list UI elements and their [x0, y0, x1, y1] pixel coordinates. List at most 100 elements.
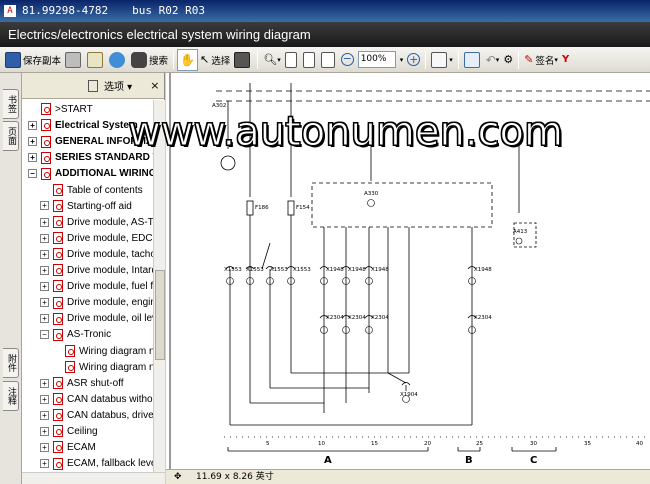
expand-icon[interactable]: +	[28, 120, 37, 130]
bookmark-item[interactable]: Table of contents	[40, 183, 143, 199]
review-button[interactable]	[462, 49, 484, 71]
settings-button[interactable]: ⚙	[501, 49, 515, 71]
expand-icon[interactable]: +	[28, 137, 37, 147]
expand-icon[interactable]: +	[40, 314, 49, 324]
bookmark-item[interactable]: + ECAM, fallback level	[40, 456, 154, 472]
pdf-page-icon	[53, 377, 63, 390]
zoom-out-icon: −	[340, 52, 354, 66]
label-x1948-a: X1948	[326, 267, 344, 273]
undo-button[interactable]: ↶ ▾	[484, 49, 502, 71]
zoom-input[interactable]: 100%	[357, 51, 396, 68]
bookmark-item[interactable]: + Drive module, Intarder	[40, 263, 154, 279]
tab-comments[interactable]: 注释	[3, 381, 19, 411]
zoom-out-button[interactable]: −	[339, 49, 356, 71]
expand-icon[interactable]: +	[28, 153, 37, 163]
tab-pages[interactable]: 页面	[3, 121, 19, 151]
bookmark-item[interactable]: + Drive module, engine	[40, 295, 154, 311]
navigation-tabs: 书签 页面 附件 注释	[0, 73, 22, 484]
expand-icon[interactable]: +	[40, 442, 49, 452]
email-button[interactable]	[85, 49, 107, 71]
bookmark-item[interactable]: Wiring diagram no	[52, 344, 154, 360]
scale-25: 25	[476, 441, 483, 447]
chevron-down-icon: ▾	[399, 55, 404, 64]
toolbar-separator	[518, 50, 520, 69]
bookmark-item[interactable]: + Drive module, EDC M	[40, 231, 154, 247]
expand-icon[interactable]: +	[40, 217, 49, 227]
fit-page-button[interactable]	[301, 49, 319, 71]
bookmark-item[interactable]: + ASR shut-off	[40, 376, 124, 392]
bookmark-item[interactable]: − AS-Tronic	[40, 327, 111, 343]
bookmark-item[interactable]: + Ceiling	[40, 424, 98, 440]
bookmark-item[interactable]: + ECAM	[40, 440, 96, 456]
bookmark-label: ECAM	[67, 442, 96, 454]
pdf-page-icon	[41, 151, 51, 164]
save-copy-button[interactable]: 保存副本	[3, 49, 63, 71]
snapshot-button[interactable]	[232, 49, 254, 71]
label-x2304-c: X2304	[371, 315, 389, 321]
bookmark-tree: >START + Electrical System + GENERAL INFORMA…	[22, 100, 154, 472]
expand-icon[interactable]: +	[40, 410, 49, 420]
tab-attachments[interactable]: 附件	[3, 348, 19, 378]
options-menu[interactable]: 选项 ▾	[104, 78, 132, 93]
bookmark-item[interactable]: + Drive module, tachograph	[40, 247, 154, 263]
bookmark-item[interactable]: + Drive module, oil level	[40, 311, 154, 327]
panel-scrollbar[interactable]	[153, 100, 165, 472]
fit-width-button[interactable]	[319, 49, 339, 71]
bookmark-item[interactable]: − ADDITIONAL WIRING	[28, 166, 154, 182]
sign-label: 签名	[535, 55, 555, 67]
chevron-down-icon: ▾	[495, 55, 500, 64]
expand-icon[interactable]: +	[40, 378, 49, 388]
expand-icon[interactable]: +	[40, 233, 49, 243]
bookmark-item[interactable]: Wiring diagram no	[52, 360, 154, 376]
label-x1948-b: X1948	[348, 267, 366, 273]
adobe-button[interactable]: Y	[560, 49, 571, 71]
app-icon: A	[4, 5, 16, 17]
collapse-icon[interactable]: −	[40, 330, 49, 340]
expand-icon[interactable]: +	[40, 249, 49, 259]
zoom-dropdown-button[interactable]: ▾	[398, 49, 406, 71]
bookmark-label: ECAM, fallback level	[67, 458, 154, 470]
expand-icon[interactable]: +	[40, 394, 49, 404]
bookmark-label: Drive module, oil level	[67, 313, 154, 325]
bookmark-item[interactable]: + CAN databus without	[40, 392, 154, 408]
bookmark-item[interactable]: + Electrical System	[28, 118, 138, 134]
expand-icon[interactable]: +	[40, 298, 49, 308]
scrollbar-thumb[interactable]	[155, 270, 165, 360]
bookmark-item[interactable]: + CAN databus, driveline	[40, 408, 154, 424]
sign-button[interactable]: ✎ 签名 ▾	[522, 49, 560, 71]
zoom-tool-button[interactable]: 🔍︎ ▾	[261, 49, 282, 71]
bookmark-item[interactable]: + Drive module, fuel filter	[40, 279, 154, 295]
expand-icon[interactable]: +	[40, 459, 49, 469]
pdf-page-icon	[53, 425, 63, 438]
bookmark-label: CAN databus without	[67, 393, 154, 405]
email-icon	[87, 51, 104, 68]
page-nav-icon[interactable]: ✥	[174, 470, 182, 484]
pdf-page-icon	[53, 280, 63, 293]
scale-10: 10	[318, 441, 325, 447]
actual-size-button[interactable]	[283, 49, 301, 71]
bookmark-item[interactable]: + Drive module, AS-Tronic	[40, 215, 154, 231]
expand-icon[interactable]: +	[40, 201, 49, 211]
bookmark-item[interactable]: >START	[28, 102, 93, 118]
collapse-icon[interactable]: −	[28, 169, 37, 179]
pdf-page-icon	[53, 264, 63, 277]
bookmark-item[interactable]: + Starting-off aid	[40, 199, 132, 215]
label-a413: A413	[513, 229, 528, 235]
select-tool-button[interactable]: ↖ 选择	[198, 49, 232, 71]
expand-icon[interactable]: +	[40, 265, 49, 275]
rotate-button[interactable]: ▾	[429, 49, 455, 71]
pen-icon: ✎	[524, 53, 534, 66]
search-button[interactable]: 搜索	[129, 49, 170, 71]
zoom-in-button[interactable]: +	[405, 49, 422, 71]
web-button[interactable]	[107, 49, 129, 71]
page-icon	[284, 51, 297, 68]
hand-tool-button[interactable]: ✋	[177, 48, 198, 71]
close-panel-icon[interactable]: ×	[150, 79, 159, 92]
expand-icon[interactable]: +	[40, 426, 49, 436]
expand-icon[interactable]: +	[40, 281, 49, 291]
tab-bookmarks[interactable]: 书签	[3, 89, 19, 119]
pdf-page-icon	[41, 167, 51, 180]
label-a330: A330	[364, 191, 379, 197]
panel-horizontal-scrollbar[interactable]	[22, 472, 165, 484]
print-button[interactable]	[63, 49, 85, 71]
